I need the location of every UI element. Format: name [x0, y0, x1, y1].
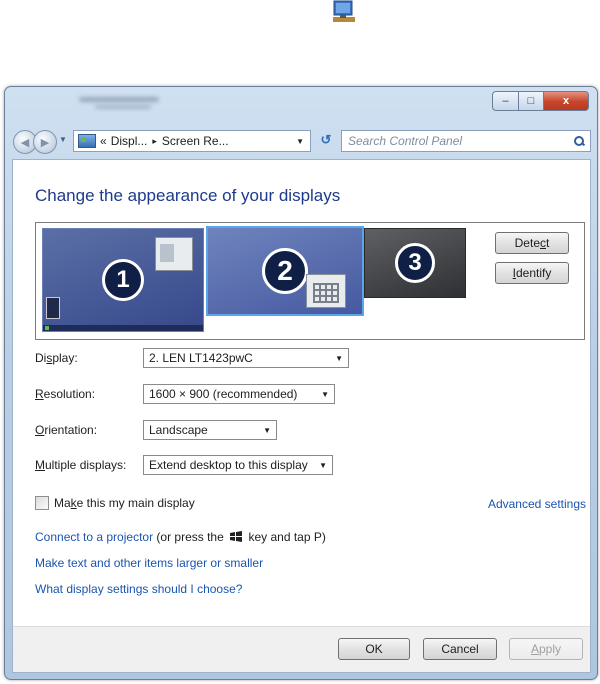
forward-button[interactable]: ▶ — [33, 130, 57, 154]
address-dropdown[interactable]: ▼ — [296, 137, 304, 146]
apply-label-accel: A — [530, 642, 539, 656]
breadcrumb-screen-resolution[interactable]: Screen Re... — [162, 134, 229, 148]
breadcrumb-separator[interactable]: ▸ — [152, 136, 157, 147]
multiple-displays-select[interactable]: Extend desktop to this display ▼ — [143, 455, 333, 475]
window-thumbnail — [46, 297, 60, 319]
page-title: Change the appearance of your displays — [35, 186, 341, 205]
chevron-down-icon: ▼ — [321, 389, 329, 399]
search-box[interactable]: Search Control Panel — [341, 130, 591, 152]
caption-buttons: – □ x — [492, 91, 589, 111]
resolution-value: 1600 × 900 (recommended) — [149, 387, 298, 401]
screen-resolution-window: – □ x ◀ ▶ ▼ « Displ... ▸ Screen Re... ▼ … — [4, 86, 598, 680]
display-label: Display: — [35, 351, 78, 365]
orientation-select[interactable]: Landscape ▼ — [143, 420, 277, 440]
projector-hint-pre: (or press the — [156, 530, 224, 544]
chevron-down-icon: ▼ — [263, 425, 271, 435]
text-size-link[interactable]: Make text and other items larger or smal… — [35, 556, 263, 570]
taskbar-thumbnail — [43, 325, 203, 331]
monitor-1[interactable]: 1 — [42, 228, 204, 332]
multiple-displays-label: Multiple displays: — [35, 458, 127, 472]
display-select[interactable]: 2. LEN LT1423pwC ▼ — [143, 348, 349, 368]
control-panel-icon — [78, 134, 96, 148]
main-display-checkbox[interactable] — [35, 496, 49, 510]
apply-label-post: pply — [539, 642, 562, 656]
chevron-down-icon: ▼ — [335, 353, 343, 363]
content-pane: Change the appearance of your displays 1… — [12, 159, 591, 673]
window-thumbnail — [155, 237, 193, 271]
main-display-label: Make this my main display — [54, 496, 195, 510]
search-placeholder: Search Control Panel — [348, 134, 463, 148]
connect-projector-link[interactable]: Connect to a projector — [35, 530, 153, 544]
detect-label-post: t — [546, 236, 550, 250]
address-bar[interactable]: « Displ... ▸ Screen Re... ▼ — [73, 130, 311, 152]
projector-hint-post: key and tap P) — [248, 530, 326, 544]
resolution-select[interactable]: 1600 × 900 (recommended) ▼ — [143, 384, 335, 404]
monitor-2[interactable]: 2 — [206, 226, 364, 316]
identify-label-post: dentify — [515, 266, 552, 280]
refresh-icon[interactable]: ↺ — [315, 130, 337, 150]
title-blur — [79, 97, 159, 102]
apply-button[interactable]: Apply — [509, 638, 583, 660]
identify-button[interactable]: Identify — [495, 262, 569, 284]
address-chevron[interactable]: « — [100, 134, 107, 148]
search-icon[interactable] — [574, 136, 584, 146]
monitor-icon — [333, 0, 355, 22]
minimize-button[interactable]: – — [492, 91, 519, 111]
advanced-settings-link[interactable]: Advanced settings — [488, 497, 586, 511]
monitor-number: 1 — [102, 259, 144, 301]
display-settings-help-link[interactable]: What display settings should I choose? — [35, 582, 242, 596]
cancel-button[interactable]: Cancel — [423, 638, 497, 660]
detect-label-pre: Dete — [514, 236, 540, 250]
navigation-bar: ◀ ▶ ▼ « Displ... ▸ Screen Re... ▼ ↺ Sear… — [11, 127, 591, 154]
window-thumbnail — [306, 274, 346, 308]
button-bar — [13, 627, 590, 672]
resolution-label: Resolution: — [35, 387, 96, 401]
breadcrumb-display[interactable]: Displ... — [111, 134, 148, 148]
monitor-number: 2 — [262, 248, 308, 294]
display-value: 2. LEN LT1423pwC — [149, 351, 253, 365]
orientation-value: Landscape — [149, 423, 208, 437]
multiple-displays-value: Extend desktop to this display — [149, 458, 308, 472]
monitor-3[interactable]: 3 — [364, 228, 466, 298]
main-display-option[interactable]: Make this my main display — [35, 496, 195, 510]
maximize-button[interactable]: □ — [519, 91, 544, 111]
chevron-down-icon: ▼ — [319, 460, 327, 470]
close-button[interactable]: x — [544, 91, 589, 111]
windows-logo-icon — [230, 531, 243, 542]
orientation-label: Orientation: — [35, 423, 98, 437]
detect-button[interactable]: Dete c t — [495, 232, 569, 254]
recent-pages-dropdown[interactable]: ▼ — [59, 135, 67, 144]
monitor-number: 3 — [395, 243, 435, 283]
projector-line: Connect to a projector (or press the key… — [35, 530, 326, 544]
ok-button[interactable]: OK — [338, 638, 410, 660]
title-blur — [95, 105, 151, 109]
